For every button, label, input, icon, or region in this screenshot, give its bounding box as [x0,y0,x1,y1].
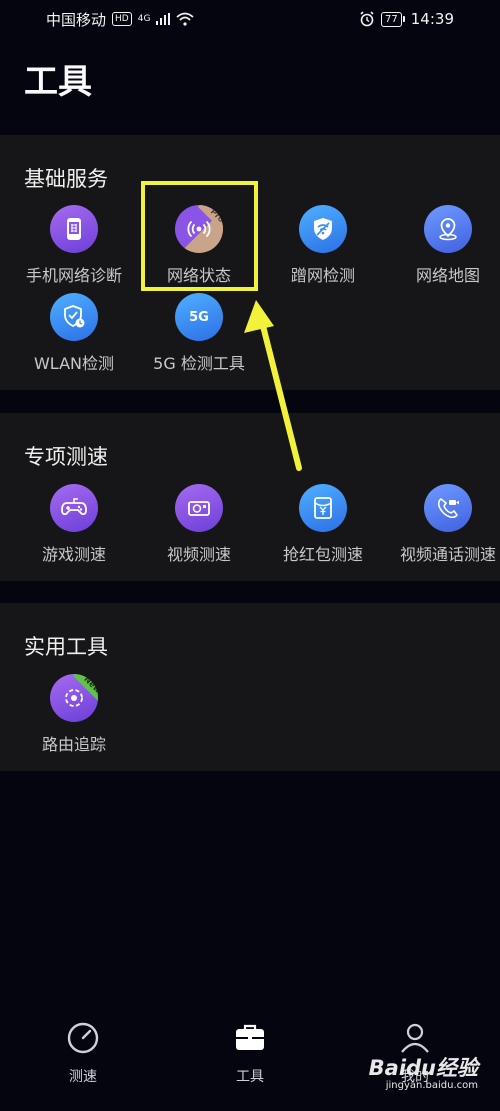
tool-label: 视频通话测速 [399,545,496,564]
watermark-sub: jingyan.baidu.com [385,1080,478,1091]
profile-icon [401,1023,429,1053]
tool-label: 抢红包测速 [282,545,363,564]
speedometer-icon [67,1022,99,1054]
nav-label: 工具 [236,1069,264,1085]
toolbox-icon [236,1024,264,1050]
annotation-arrow [244,300,302,471]
baidu-watermark: Baidu经验 jingyan.baidu.com [369,1052,478,1091]
section-utility-tools: 实用工具 New 路由追踪 [0,603,500,771]
tool-label: 路由追踪 [41,735,106,754]
nav-tools[interactable]: 工具 [210,1021,290,1086]
nav-label: 测速 [69,1069,97,1085]
watermark-main: Baidu经验 [368,1056,478,1080]
tool-label: 游戏测速 [41,545,106,564]
route-trace-icon: New [50,674,98,722]
nav-speedtest[interactable]: 测速 [43,1021,123,1086]
section-title: 实用工具 [24,635,108,659]
tool-label: 视频测速 [166,545,231,564]
